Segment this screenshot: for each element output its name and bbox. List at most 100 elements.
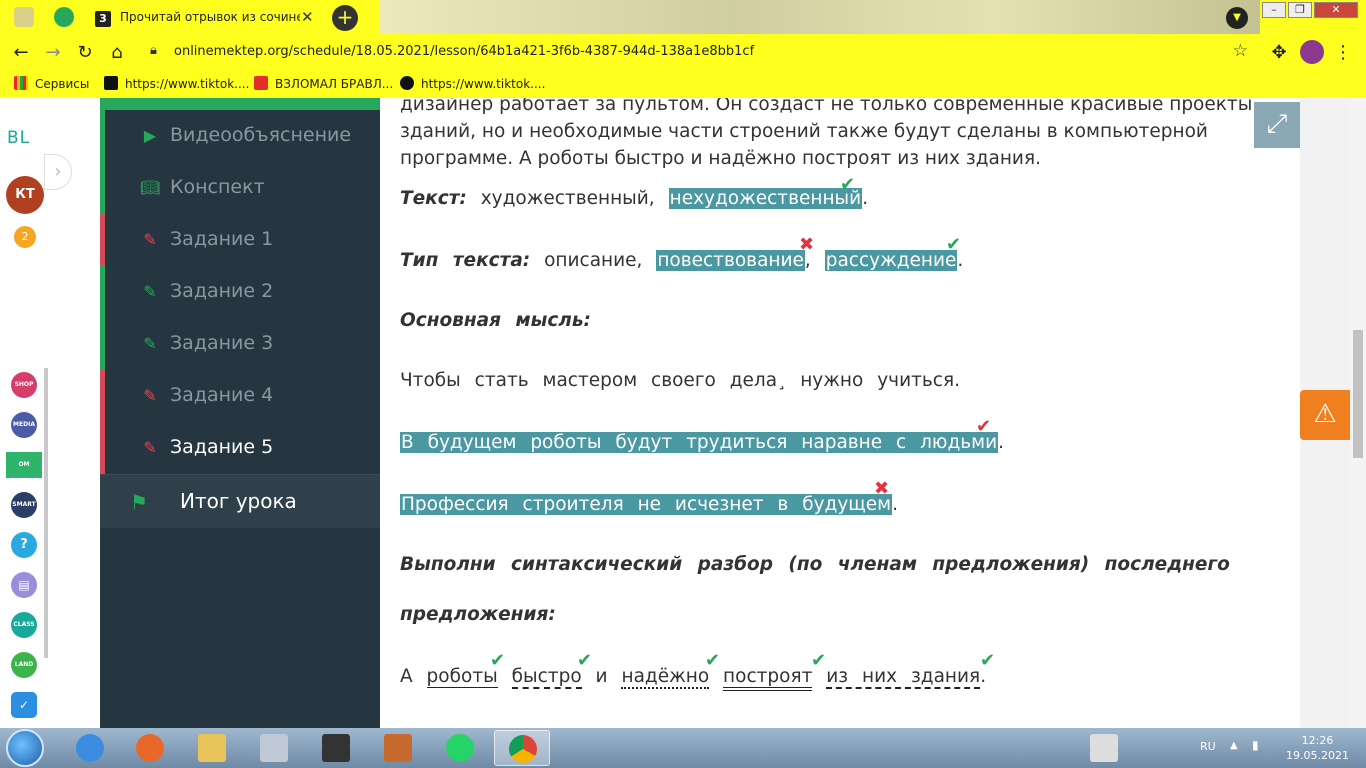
smart-nation-icon[interactable]: SMART <box>11 492 37 518</box>
bilim-shop-icon[interactable]: SHOP <box>11 372 37 398</box>
close-tab-icon[interactable]: ✕ <box>301 8 314 26</box>
bookmark-item[interactable]: Сервисы <box>14 76 89 91</box>
scrollbar-thumb[interactable] <box>1353 330 1363 458</box>
forward-icon[interactable]: → <box>42 42 64 63</box>
answer-option-selected[interactable]: нехудожественный <box>668 188 863 209</box>
profile-avatar[interactable] <box>1300 40 1324 64</box>
correct-check-icon: ✔ <box>946 234 962 255</box>
sidebar-item-task-1[interactable]: ✎ Задание 1 <box>100 214 380 266</box>
page-scrollbar[interactable] <box>1350 98 1366 728</box>
help-icon[interactable]: ? <box>11 532 37 558</box>
bookmark-item[interactable]: https://www.tiktok.... <box>104 76 249 91</box>
correct-check-icon: ✔ <box>705 650 721 671</box>
keyboard-icon[interactable]: ▤ <box>11 572 37 598</box>
bilim-test-icon[interactable]: ✓ <box>11 692 37 718</box>
minimize-button[interactable]: – <box>1262 2 1286 18</box>
sidebar-item-label: Видеообъяснение <box>170 124 352 146</box>
start-button[interactable] <box>6 729 44 767</box>
tray-clock[interactable]: 12:26 19.05.2021 <box>1286 733 1349 763</box>
menu-icon[interactable]: ⋮ <box>1332 42 1354 63</box>
sidebar-item-label: Задание 2 <box>170 280 274 302</box>
windows-taskbar: RU ▲ ▮ 12:26 19.05.2021 <box>0 728 1366 768</box>
bookmark-star-icon[interactable]: ☆ <box>1233 41 1248 61</box>
main-idea-label: Основная мысль: <box>400 310 591 331</box>
bl-logo[interactable]: BL <box>7 128 30 148</box>
active-tab[interactable]: 3 Прочитай отрывок из сочинени ✕ <box>84 4 326 34</box>
answer-option[interactable]: Чтобы стать мастером своего дела¸ нужно … <box>400 370 960 391</box>
edit-icon: ✎ <box>143 386 157 405</box>
answer-option-selected[interactable]: Профессия строителя не исчезнет в будуще… <box>400 494 893 515</box>
correct-check-icon: ✔ <box>980 650 996 671</box>
answer-option-selected[interactable]: рассуждение <box>824 250 958 271</box>
fullscreen-icon[interactable]: ⤢ <box>1254 102 1300 148</box>
tab-strip: 3 Прочитай отрывок из сочинени ✕ + ▼ – ❐… <box>0 0 1366 34</box>
maximize-button[interactable]: ❐ <box>1288 2 1312 18</box>
lesson-sidebar: ▶ Видеообъяснение 📖︎ Конспект ✎ Задание … <box>100 98 380 728</box>
language-indicator[interactable]: RU <box>1200 740 1216 753</box>
parse-word-subject[interactable]: роботы <box>426 666 498 688</box>
parse-word-object[interactable]: из них здания <box>826 666 981 689</box>
address-bar[interactable]: 🔒︎ onlinemektep.org/schedule/18.05.2021/… <box>140 38 1258 66</box>
bookmarks-bar: Сервисы https://www.tiktok.... ВЗЛОМАЛ Б… <box>0 70 1366 98</box>
whatsapp-taskbar-icon[interactable] <box>432 730 488 766</box>
url-text: onlinemektep.org/schedule/18.05.2021/les… <box>174 44 755 59</box>
lesson-content: дизайнер работает за пультом. Он создаст… <box>380 98 1300 728</box>
sidebar-item-label: Задание 3 <box>170 332 274 354</box>
parse-word-adverbial[interactable]: быстро <box>511 666 582 689</box>
reload-icon[interactable]: ↻ <box>74 42 96 63</box>
close-window-button[interactable]: ✕ <box>1314 2 1358 18</box>
parse-word[interactable]: А <box>400 666 413 687</box>
network-icon[interactable]: ▮ <box>1252 738 1259 752</box>
sidebar-item-notes[interactable]: 📖︎ Конспект <box>100 162 380 214</box>
pinned-tab-icon[interactable] <box>14 7 34 27</box>
sidebar-item-task-3[interactable]: ✎ Задание 3 <box>100 318 380 370</box>
edit-icon: ✎ <box>143 230 157 249</box>
ie-taskbar-icon[interactable] <box>62 730 118 766</box>
bookmark-item[interactable]: https://www.tiktok.... <box>400 76 545 91</box>
tray-arrow-icon[interactable]: ▲ <box>1230 740 1238 751</box>
sidebar-item-task-2[interactable]: ✎ Задание 2 <box>100 266 380 318</box>
bookmark-item[interactable]: ВЗЛОМАЛ БРАВЛ... <box>254 76 393 91</box>
answer-option[interactable]: описание, <box>544 250 642 271</box>
sidebar-item-task-4[interactable]: ✎ Задание 4 <box>100 370 380 422</box>
passage-line: зданий, но и необходимые части строений … <box>400 121 1208 142</box>
extensions-icon[interactable]: ✥ <box>1268 42 1290 63</box>
tab-search-icon[interactable]: ▼ <box>1226 7 1248 29</box>
tiktok-icon <box>400 76 414 90</box>
browser-theme-art <box>380 0 1260 34</box>
pen-tool-taskbar-icon[interactable] <box>1076 730 1132 766</box>
back-icon[interactable]: ← <box>10 42 32 63</box>
chrome-taskbar-icon[interactable] <box>494 730 550 766</box>
explorer-taskbar-icon[interactable] <box>184 730 240 766</box>
bilim-media-icon[interactable]: MEDIA <box>11 412 37 438</box>
task-text: предложения: <box>400 604 556 625</box>
punctuation: . <box>892 494 898 515</box>
parse-word-predicate[interactable]: построят <box>723 666 813 691</box>
volume-taskbar-icon[interactable] <box>370 730 426 766</box>
answer-option-selected[interactable]: повествование <box>656 250 805 271</box>
online-mektep-icon[interactable]: OM <box>6 452 42 478</box>
firefox-taskbar-icon[interactable] <box>122 730 178 766</box>
notification-badge[interactable]: 2 <box>14 226 36 248</box>
parse-word[interactable]: и <box>596 666 608 687</box>
new-tab-button[interactable]: + <box>332 5 358 31</box>
summary-label: Итог урока <box>180 489 297 513</box>
youtube-icon <box>254 76 268 90</box>
text-kind-row: Тип текста: описание, повествование, рас… <box>400 250 963 271</box>
answer-option-selected[interactable]: В будущем роботы будут трудиться наравне… <box>400 432 999 453</box>
parse-word-adverbial[interactable]: надёжно <box>621 666 710 689</box>
sidebar-item-task-5[interactable]: ✎ Задание 5 <box>100 422 380 474</box>
bilim-class-icon[interactable]: CLASS <box>11 612 37 638</box>
home-icon[interactable]: ⌂ <box>106 42 128 63</box>
bookmark-label: https://www.tiktok.... <box>125 77 250 91</box>
bilim-land-icon[interactable]: LAND <box>11 652 37 678</box>
pinned-tab-icon[interactable] <box>54 7 74 27</box>
answer-option[interactable]: художественный, <box>481 188 655 209</box>
movie-maker-taskbar-icon[interactable] <box>308 730 364 766</box>
calculator-taskbar-icon[interactable] <box>246 730 302 766</box>
lesson-summary-button[interactable]: ⚑ Итог урока <box>100 474 380 528</box>
sidebar-item-video[interactable]: ▶ Видеообъяснение <box>100 110 380 162</box>
report-warning-icon[interactable]: ⚠ <box>1300 390 1350 440</box>
idea-row: Профессия строителя не исчезнет в будуще… <box>400 494 898 515</box>
user-avatar[interactable]: КТ <box>6 176 44 214</box>
